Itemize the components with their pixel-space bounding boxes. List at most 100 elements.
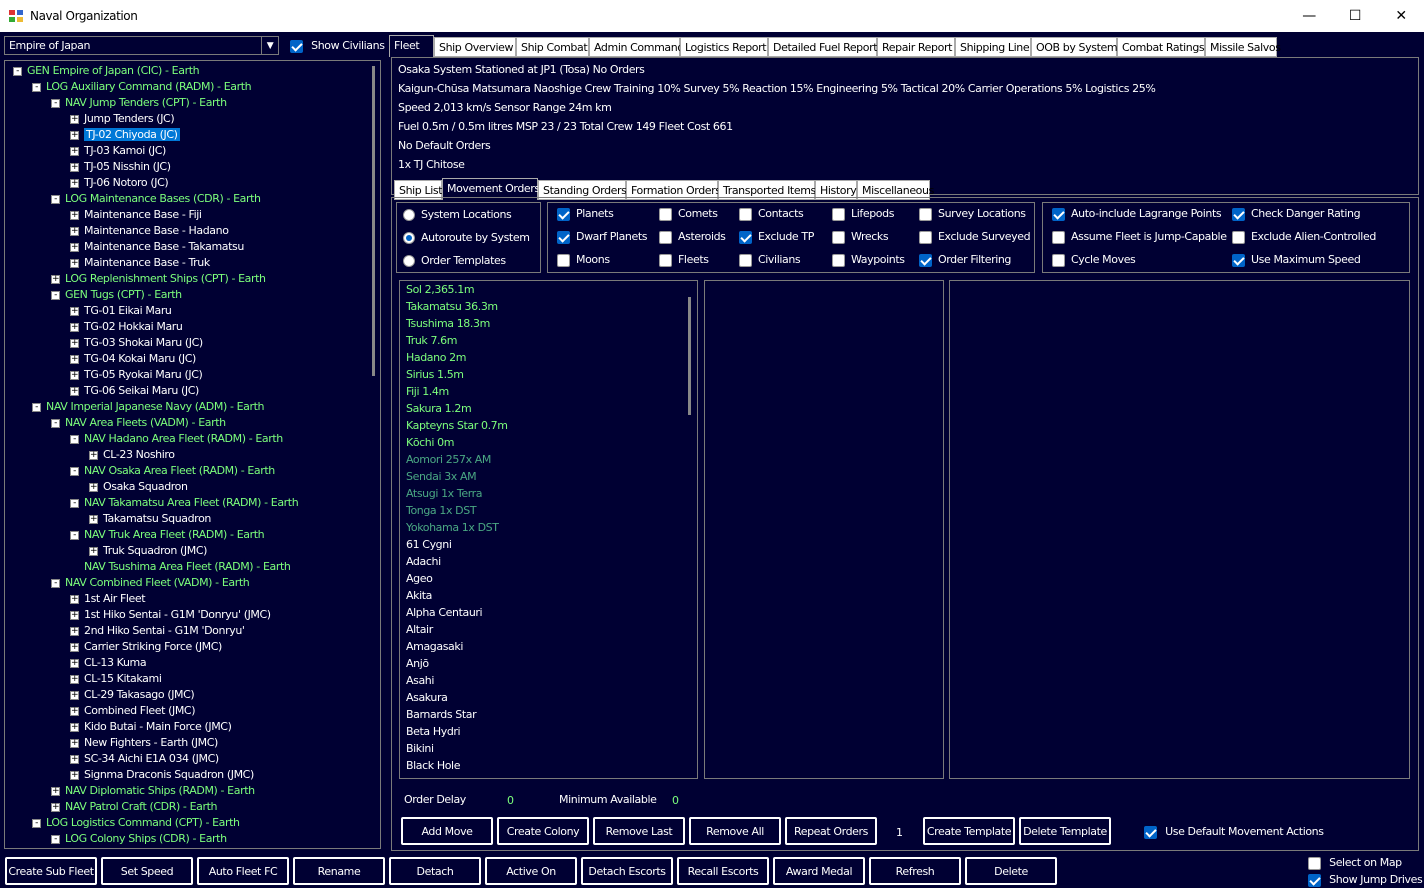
tree-node[interactable]: NAV Truk Area Fleet (RADM) - Earth (84, 527, 265, 543)
collapse-icon[interactable]: - (70, 467, 79, 476)
system-list-item[interactable]: Aomori 257x AM (406, 453, 491, 470)
active-on-button[interactable]: Active On (485, 857, 577, 885)
select-on-map-checkbox[interactable]: Select on Map (1308, 856, 1402, 870)
tree-node[interactable]: LOG Logistics Command (CPT) - Earth (46, 815, 240, 831)
filter-exclude-surveyed[interactable]: Exclude Surveyed (919, 230, 1031, 244)
system-list-item[interactable]: Sakura 1.2m (406, 402, 472, 419)
expand-icon[interactable]: + (70, 355, 79, 364)
set-speed-button[interactable]: Set Speed (101, 857, 193, 885)
award-medal-button[interactable]: Award Medal (773, 857, 865, 885)
expand-icon[interactable]: + (70, 675, 79, 684)
tree-node[interactable]: CL-15 Kitakami (84, 671, 162, 687)
tree-node[interactable]: NAV Tsushima Area Fleet (RADM) - Earth (84, 559, 291, 575)
remove-all-button[interactable]: Remove All (689, 817, 781, 845)
tree-node[interactable]: CL-13 Kuma (84, 655, 147, 671)
checkbox-icon[interactable] (1052, 253, 1065, 267)
expand-icon[interactable]: + (89, 547, 98, 556)
expand-icon[interactable]: + (51, 787, 60, 796)
expand-icon[interactable]: + (70, 307, 79, 316)
collapse-icon[interactable]: - (51, 419, 60, 428)
expand-icon[interactable]: + (70, 771, 79, 780)
collapse-icon[interactable]: - (51, 99, 60, 108)
expand-icon[interactable]: + (70, 739, 79, 748)
expand-icon[interactable]: + (70, 691, 79, 700)
tree-node[interactable]: LOG Replenishment Ships (CPT) - Earth (65, 271, 266, 287)
system-list-item[interactable]: Asahi (406, 674, 434, 691)
filter-comets[interactable]: Comets (659, 207, 718, 221)
system-list-item[interactable]: Truk 7.6m (406, 334, 457, 351)
tree-node[interactable]: LOG Auxiliary Command (RADM) - Earth (46, 79, 252, 95)
tree-node[interactable]: Maintenance Base - Takamatsu (84, 239, 244, 255)
radio-autoroute-by-system[interactable]: Autoroute by System (403, 231, 530, 244)
minimize-button[interactable]: — (1286, 0, 1332, 32)
filter-wrecks[interactable]: Wrecks (832, 230, 889, 244)
system-list-item[interactable]: Alpha Centauri (406, 606, 483, 623)
system-list-item[interactable]: Amagasaki (406, 640, 463, 657)
tree-node[interactable]: TG-02 Hokkai Maru (84, 319, 183, 335)
rename-button[interactable]: Rename (293, 857, 385, 885)
tree-node[interactable]: NAV Imperial Japanese Navy (ADM) - Earth (46, 399, 265, 415)
checkbox-icon[interactable] (1144, 825, 1157, 839)
minimum-available-value[interactable]: 0 (672, 794, 679, 807)
checkbox-icon[interactable] (739, 253, 752, 267)
option-check-danger-rating[interactable]: Check Danger Rating (1232, 207, 1361, 221)
show-jump-drives-checkbox[interactable]: Show Jump Drives (1308, 873, 1423, 887)
auto-fleet-fc-button[interactable]: Auto Fleet FC (197, 857, 289, 885)
checkbox-icon[interactable] (739, 207, 752, 221)
tree-node[interactable]: 1st Hiko Sentai - G1M 'Donryu' (JMC) (84, 607, 271, 623)
collapse-icon[interactable]: - (51, 195, 60, 204)
tree-node[interactable]: TJ-03 Kamoi (JC) (84, 143, 166, 159)
tree-node[interactable]: NAV Diplomatic Ships (RADM) - Earth (65, 783, 255, 799)
expand-icon[interactable]: + (70, 755, 79, 764)
system-list-box[interactable]: Sol 2,365.1m Takamatsu 36.3m Tsushima 18.3… (399, 280, 698, 779)
checkbox-icon[interactable] (739, 230, 752, 244)
tree-node[interactable]: TJ-02 Chiyoda (JC) (84, 127, 180, 143)
checkbox-icon[interactable] (919, 253, 932, 267)
create-template-button[interactable]: Create Template (923, 817, 1015, 845)
tree-node[interactable]: TG-03 Shokai Maru (JC) (84, 335, 203, 351)
expand-icon[interactable]: + (70, 387, 79, 396)
tab-fleet[interactable]: Fleet (389, 35, 434, 57)
orders-list-box[interactable] (949, 280, 1410, 779)
filter-waypoints[interactable]: Waypoints (832, 253, 905, 267)
tree-node[interactable]: Osaka Squadron (103, 479, 188, 495)
expand-icon[interactable]: + (51, 275, 60, 284)
radio-icon[interactable] (403, 209, 415, 221)
tree-node[interactable]: Carrier Striking Force (JMC) (84, 639, 222, 655)
system-list-item[interactable]: Ageo (406, 572, 433, 589)
repeat-count[interactable]: 1 (896, 826, 903, 839)
tree-node[interactable]: NAV Area Fleets (VADM) - Earth (65, 415, 226, 431)
expand-icon[interactable]: + (70, 339, 79, 348)
system-list-item[interactable]: 61 Cygni (406, 538, 452, 555)
filter-civilians[interactable]: Civilians (739, 253, 801, 267)
tree-node[interactable]: Signma Draconis Squadron (JMC) (84, 767, 254, 783)
system-list-item[interactable]: Asakura (406, 691, 448, 708)
filter-planets[interactable]: Planets (557, 207, 614, 221)
tree-node[interactable]: Maintenance Base - Fiji (84, 207, 202, 223)
radio-system-locations[interactable]: System Locations (403, 208, 512, 221)
tree-node[interactable]: CL-29 Takasago (JMC) (84, 687, 195, 703)
expand-icon[interactable]: + (70, 211, 79, 220)
system-list-item[interactable]: Takamatsu 36.3m (406, 300, 498, 317)
repeat-orders-button[interactable]: Repeat Orders (785, 817, 877, 845)
filter-contacts[interactable]: Contacts (739, 207, 804, 221)
tree-node[interactable]: Jump Tenders (JC) (84, 111, 175, 127)
destination-list-box[interactable] (704, 280, 944, 779)
collapse-icon[interactable]: - (32, 83, 41, 92)
expand-icon[interactable]: + (89, 483, 98, 492)
system-list-item[interactable]: Kapteyns Star 0.7m (406, 419, 508, 436)
expand-icon[interactable]: + (70, 627, 79, 636)
filter-dwarf-planets[interactable]: Dwarf Planets (557, 230, 648, 244)
tree-node[interactable]: LOG Maintenance Bases (CDR) - Earth (65, 191, 261, 207)
chevron-down-icon[interactable]: ▼ (261, 37, 278, 54)
tree-node[interactable]: TG-05 Ryokai Maru (JC) (84, 367, 203, 383)
collapse-icon[interactable]: - (70, 499, 79, 508)
tree-node[interactable]: NAV Hadano Area Fleet (RADM) - Earth (84, 431, 283, 447)
tab-combat-ratings[interactable]: Combat Ratings (1117, 37, 1205, 57)
checkbox-icon[interactable] (832, 230, 845, 244)
tab-shipping-line[interactable]: Shipping Line (955, 37, 1031, 57)
tree-node[interactable]: SC-34 Aichi E1A 034 (JMC) (84, 751, 219, 767)
system-list-item[interactable]: Fiji 1.4m (406, 385, 449, 402)
tree-node[interactable]: NAV Osaka Area Fleet (RADM) - Earth (84, 463, 275, 479)
collapse-icon[interactable]: - (70, 435, 79, 444)
